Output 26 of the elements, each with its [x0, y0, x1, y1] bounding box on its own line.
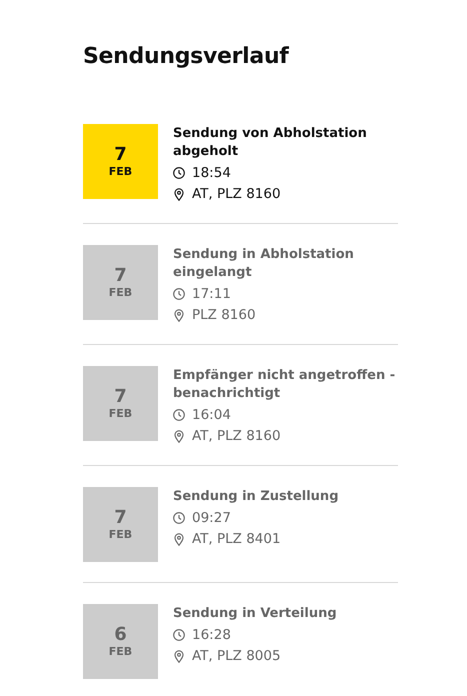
- event-status: Sendung in Zustellung: [173, 488, 338, 506]
- event-status: Sendung von Abholstation abgeholt: [173, 125, 368, 161]
- date-month: FEB: [108, 528, 132, 541]
- date-day: 7: [114, 387, 127, 407]
- date-day: 6: [114, 625, 127, 645]
- event-location: AT, PLZ 8005: [192, 647, 281, 665]
- event-time: 18:54: [192, 164, 231, 182]
- event-location: AT, PLZ 8160: [192, 185, 281, 203]
- event-status: Empfänger nicht angetroffen - benachrichtigt: [173, 367, 396, 403]
- event-time: 16:04: [192, 406, 231, 424]
- date-day: 7: [114, 508, 127, 528]
- event-status: Sendung in Verteilung: [173, 605, 337, 623]
- event-time: 09:27: [192, 509, 231, 527]
- date-month: FEB: [108, 165, 132, 178]
- date-day: 7: [114, 145, 127, 165]
- event-location: PLZ 8160: [192, 306, 256, 324]
- event-time: 17:11: [192, 285, 231, 303]
- event-status: Sendung in Abholstation eingelangt: [173, 246, 355, 282]
- event-location: AT, PLZ 8160: [192, 427, 281, 445]
- date-month: FEB: [108, 407, 132, 420]
- event-location: AT, PLZ 8401: [192, 530, 281, 548]
- date-month: FEB: [108, 645, 132, 658]
- page-title: Sendungsverlauf: [83, 44, 290, 69]
- event-time: 16:28: [192, 626, 231, 644]
- date-day: 7: [114, 266, 127, 286]
- date-month: FEB: [108, 286, 132, 299]
